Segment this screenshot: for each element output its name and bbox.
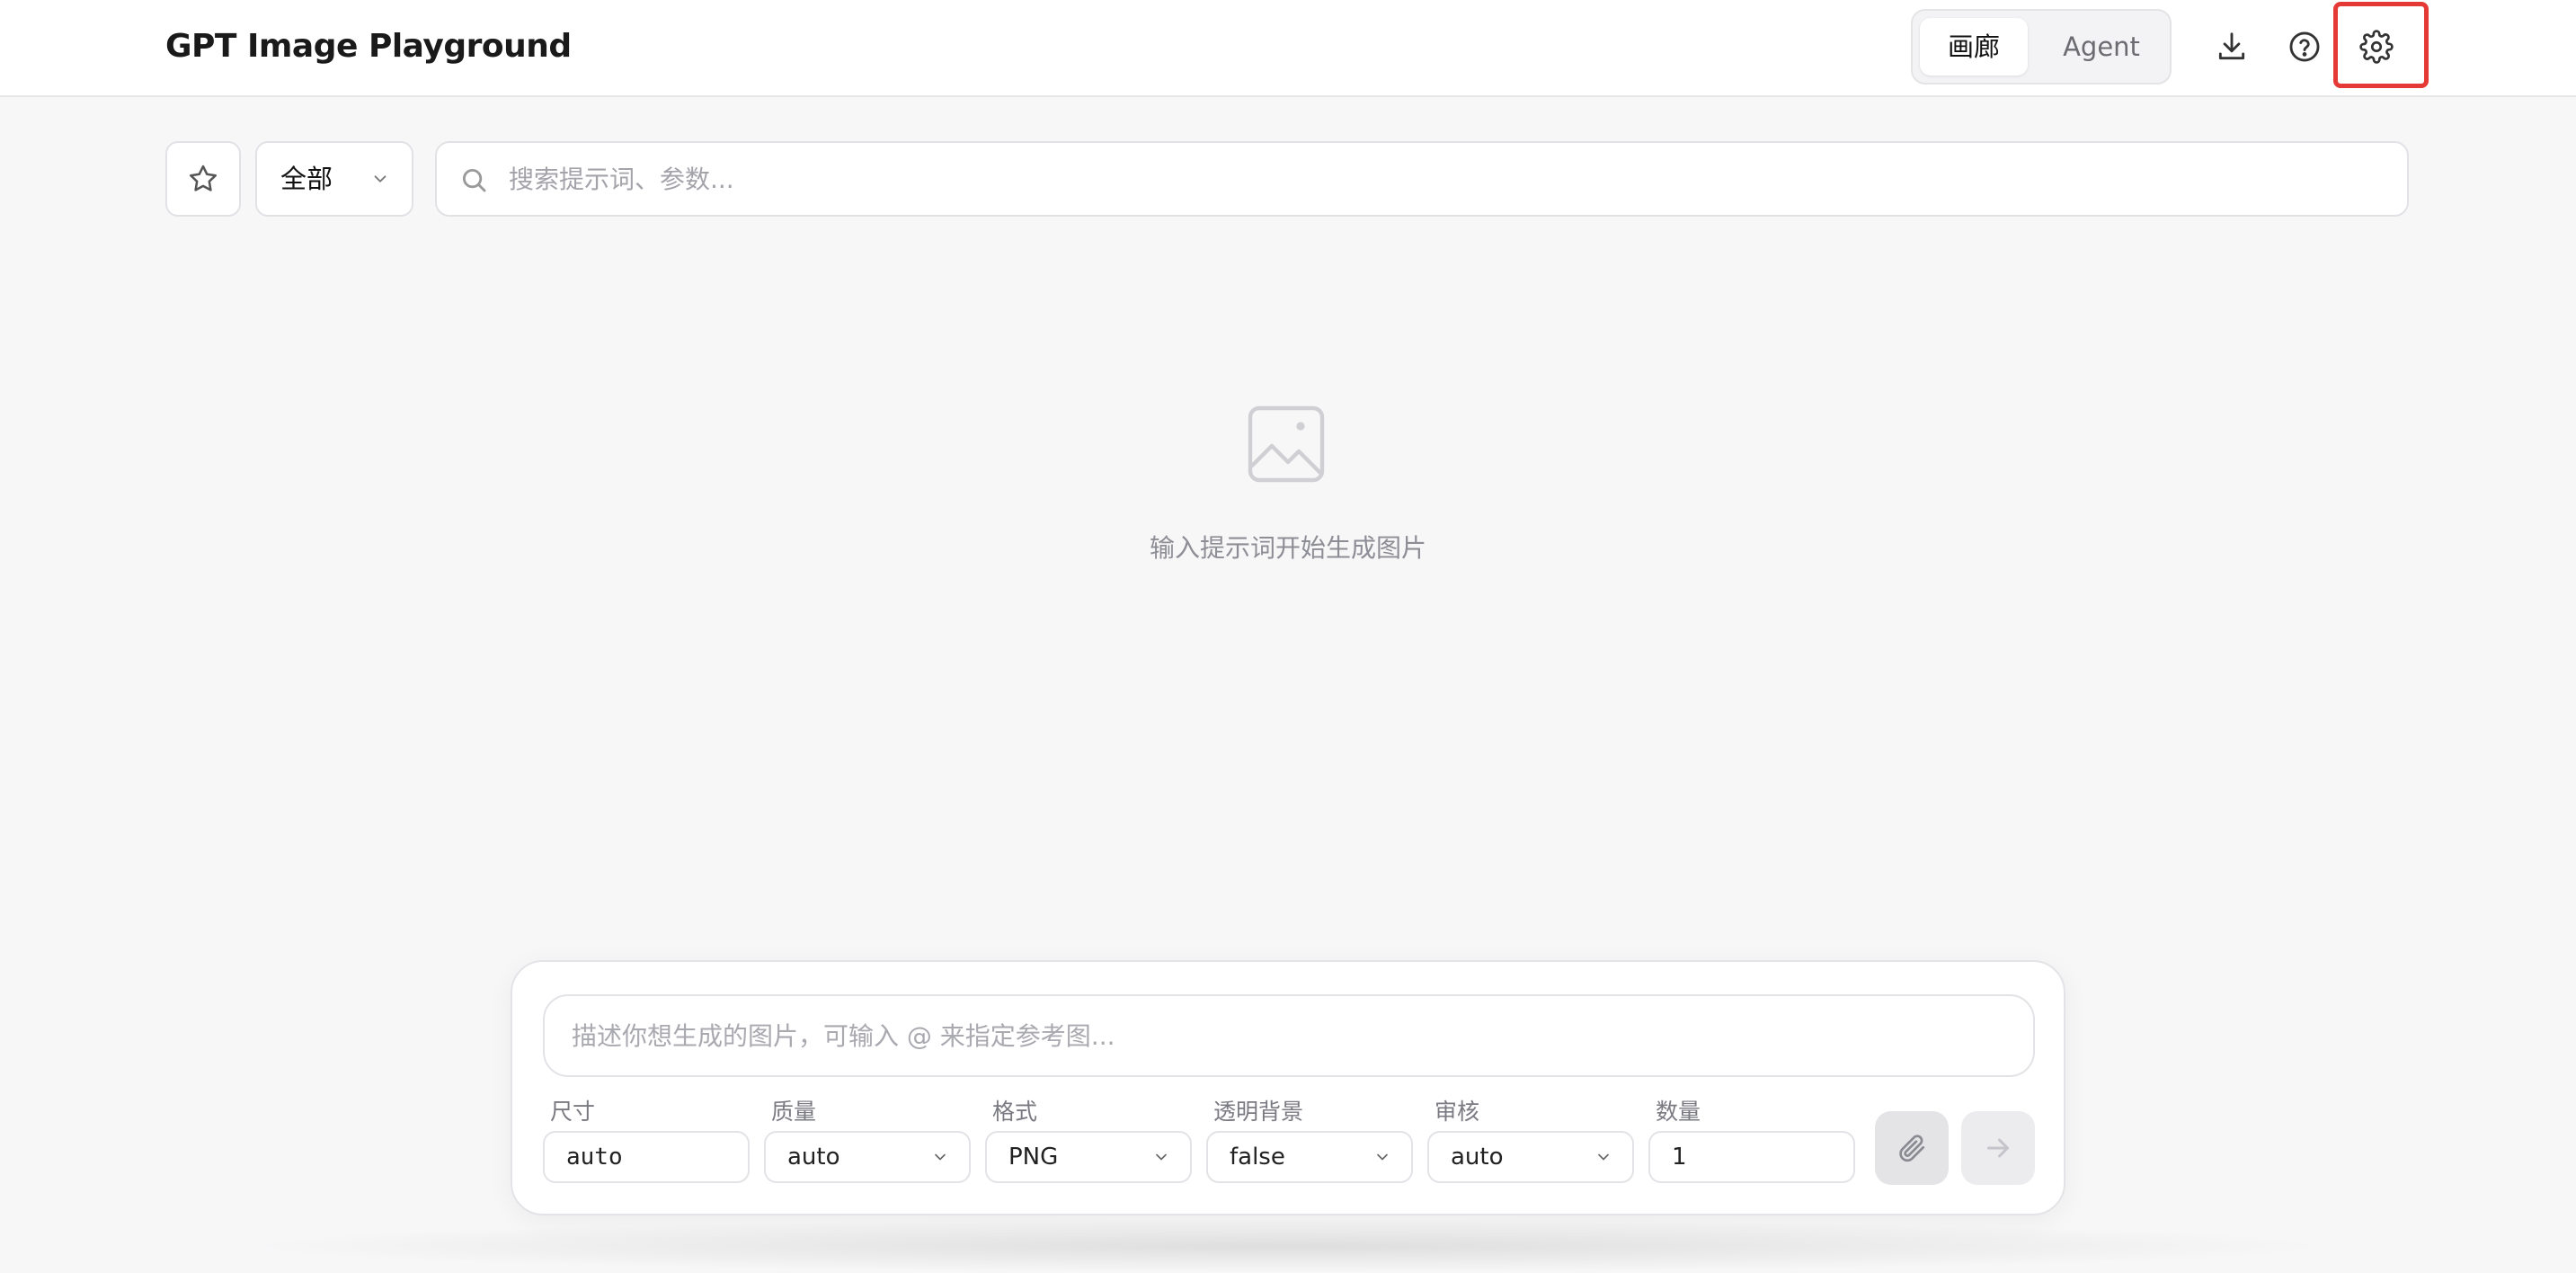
search-icon — [462, 168, 486, 192]
transparent-bg-value: false — [1230, 1144, 1285, 1171]
gear-icon — [2359, 30, 2394, 64]
category-select[interactable]: 全部 — [255, 141, 413, 217]
app-header: GPT Image Playground 画廊 Agent — [0, 0, 2576, 97]
star-icon — [189, 165, 218, 191]
tab-agent[interactable]: Agent — [2039, 18, 2164, 76]
moderation-value: auto — [1451, 1144, 1504, 1171]
quality-value: auto — [787, 1144, 840, 1171]
transparent-bg-select[interactable]: false — [1206, 1131, 1413, 1183]
param-moderation-label: 审核 — [1435, 1099, 1480, 1125]
param-transparent-bg-label: 透明背景 — [1213, 1099, 1304, 1125]
search-input[interactable] — [509, 145, 2387, 213]
size-input[interactable]: auto — [543, 1131, 750, 1183]
tab-gallery[interactable]: 画廊 — [1920, 18, 2028, 76]
download-icon — [2218, 32, 2245, 60]
chevron-down-icon — [935, 1153, 946, 1161]
category-select-value: 全部 — [280, 164, 333, 194]
param-format-label: 格式 — [992, 1099, 1038, 1125]
chevron-down-icon — [374, 175, 386, 182]
view-toggle: 画廊 Agent — [1911, 9, 2172, 85]
attach-reference-button[interactable] — [1875, 1111, 1949, 1185]
arrow-right-icon — [1987, 1138, 2009, 1158]
download-button[interactable] — [2199, 14, 2264, 79]
chevron-down-icon — [1156, 1153, 1167, 1161]
image-placeholder-icon — [1248, 405, 1325, 483]
moderation-select[interactable]: auto — [1427, 1131, 1634, 1183]
paperclip-icon — [1899, 1135, 1925, 1162]
param-size-label: 尺寸 — [550, 1099, 596, 1125]
favorites-filter-button[interactable] — [165, 141, 241, 217]
format-value: PNG — [1008, 1144, 1059, 1171]
help-icon — [2289, 31, 2320, 62]
param-quality-label: 质量 — [771, 1099, 817, 1125]
empty-state-message: 输入提示词开始生成图片 — [1149, 533, 1426, 563]
prompt-input[interactable] — [572, 998, 2010, 1073]
param-count-label: 数量 — [1656, 1099, 1701, 1125]
count-input[interactable]: 1 — [1648, 1131, 1855, 1183]
chevron-down-icon — [1598, 1153, 1609, 1161]
send-button[interactable] — [1961, 1111, 2035, 1185]
size-value: auto — [566, 1144, 623, 1171]
prompt-input-box — [543, 994, 2035, 1077]
count-value: 1 — [1672, 1144, 1687, 1171]
chevron-down-icon — [1377, 1153, 1388, 1161]
search-box — [435, 141, 2409, 217]
format-select[interactable]: PNG — [985, 1131, 1192, 1183]
composer-shadow — [234, 1219, 2342, 1273]
settings-button[interactable] — [2344, 14, 2409, 79]
help-button[interactable] — [2272, 14, 2337, 79]
quality-select[interactable]: auto — [764, 1131, 971, 1183]
app-title: GPT Image Playground — [165, 28, 572, 65]
prompt-composer: 尺寸 auto 质量 auto 格式 PNG 透明背景 false 审核 aut… — [511, 960, 2065, 1215]
